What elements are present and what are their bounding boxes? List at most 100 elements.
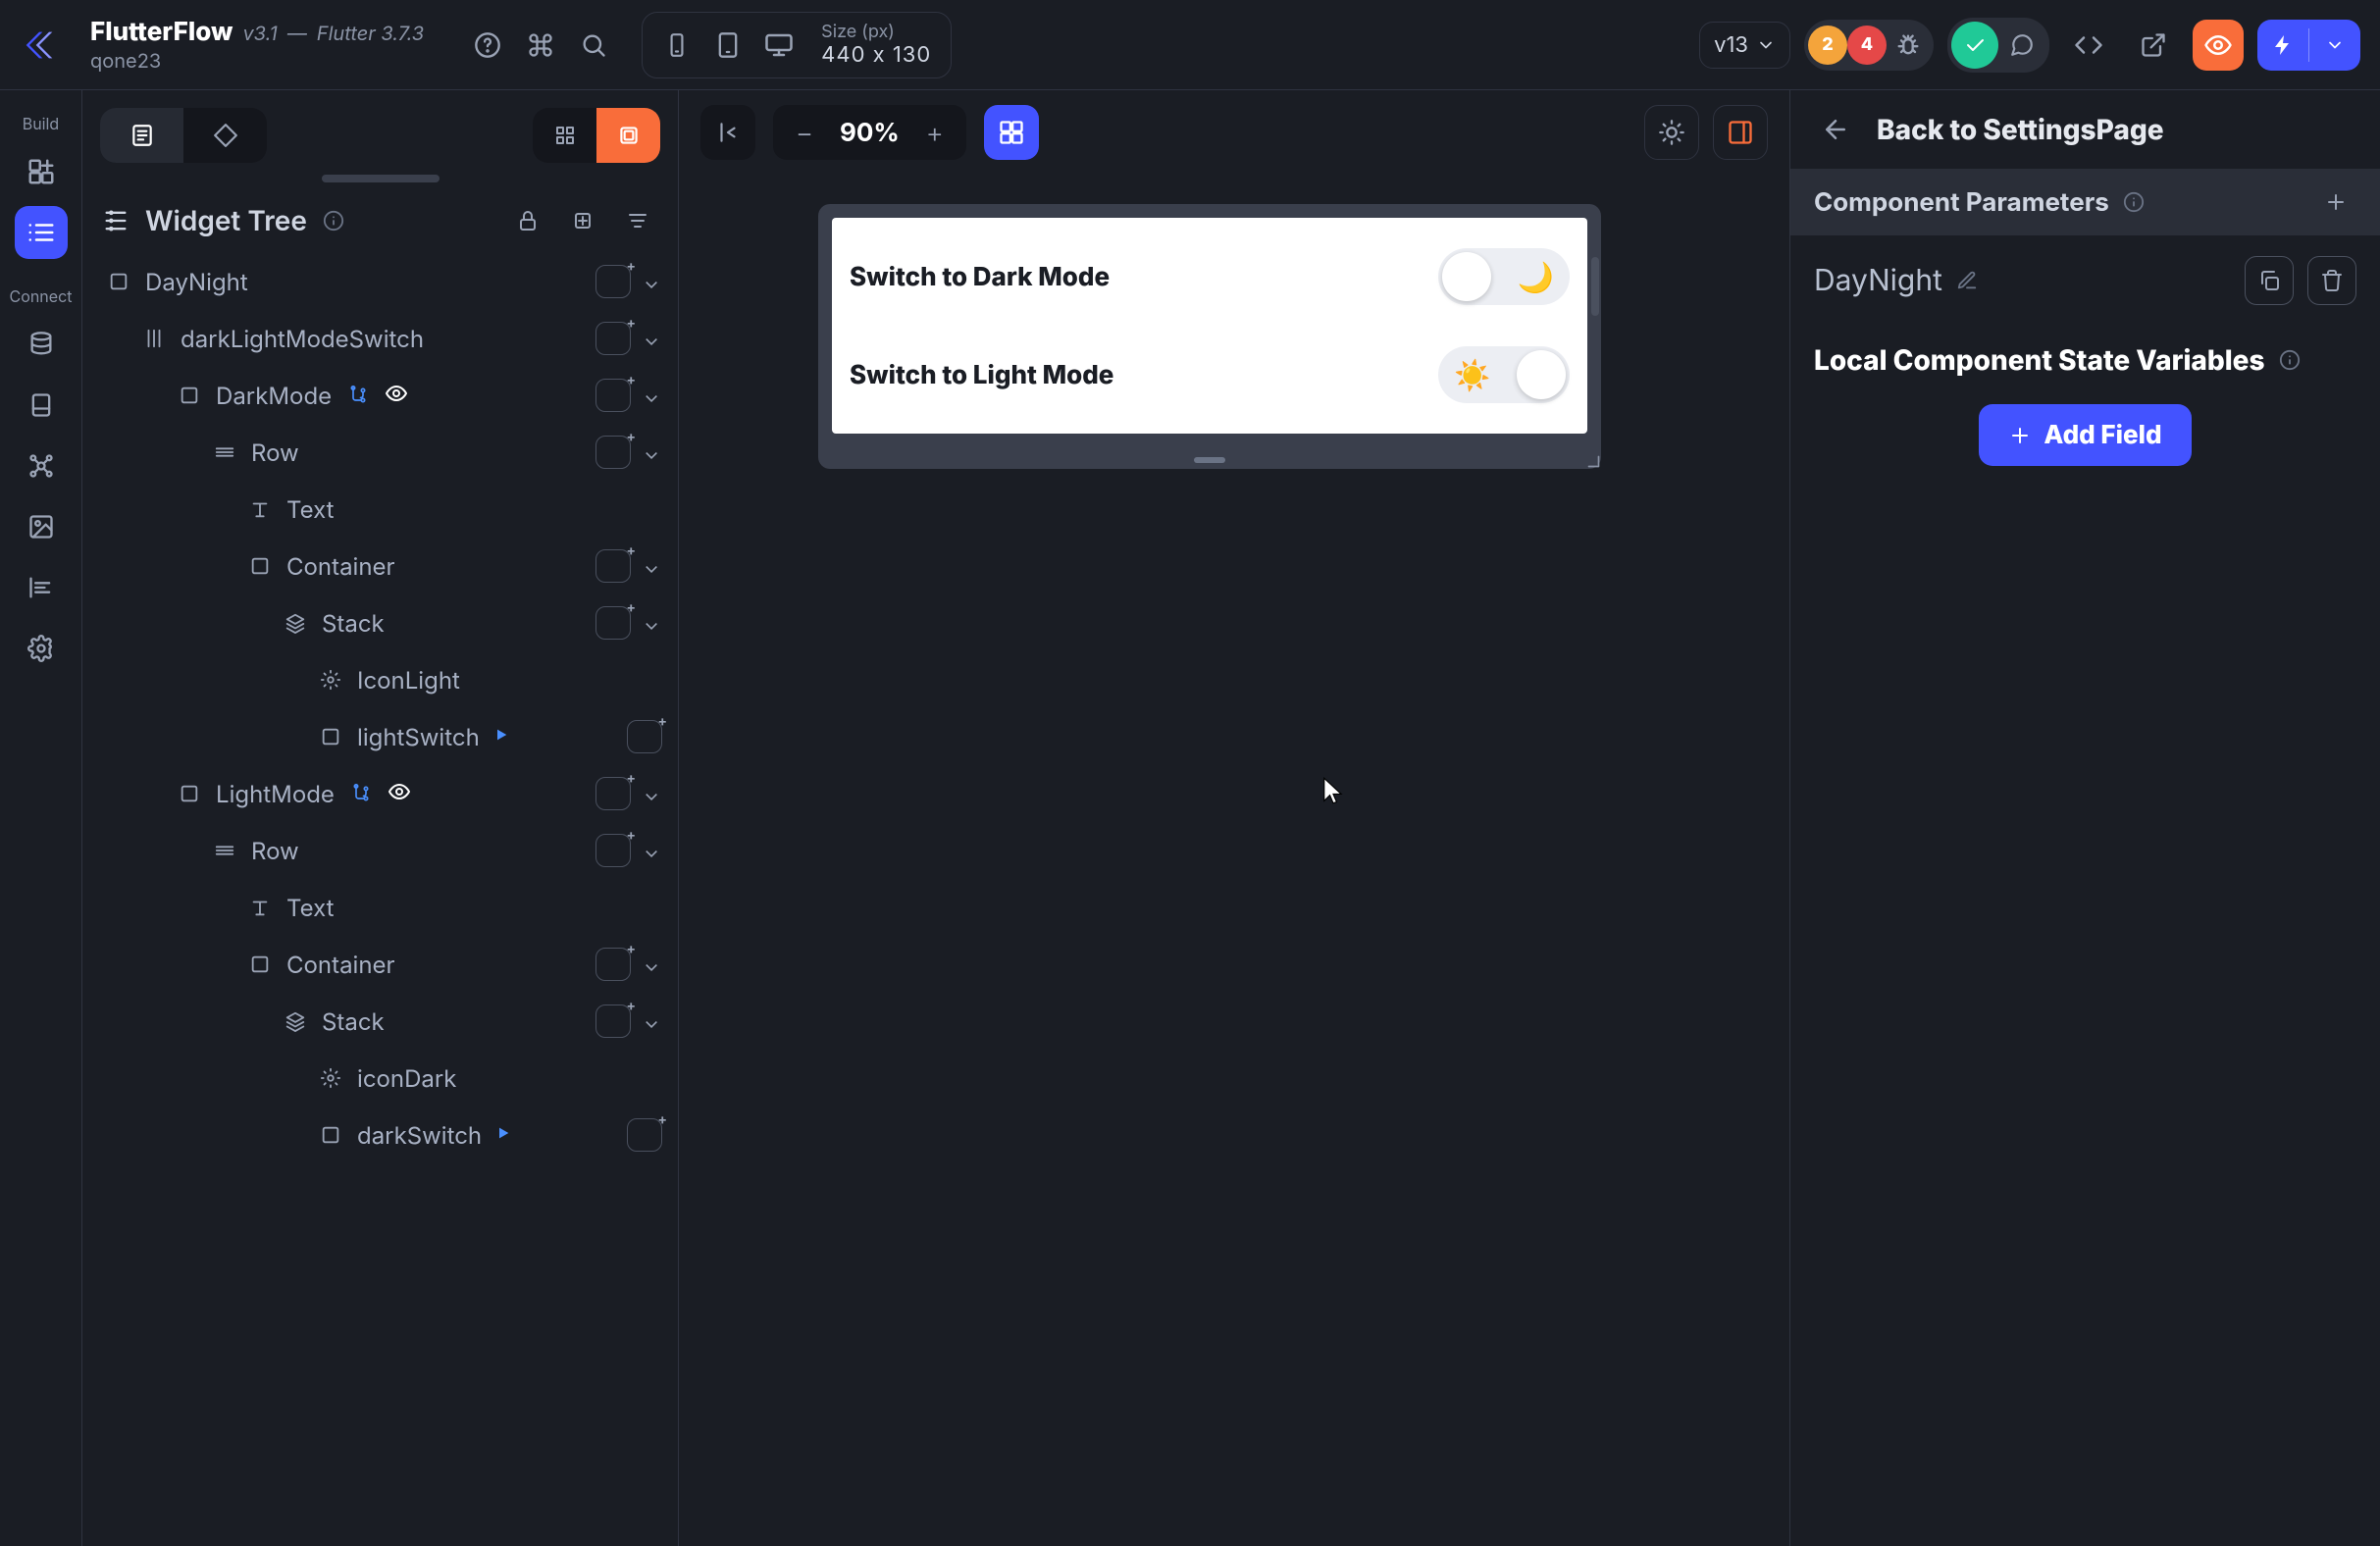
rail-api-button[interactable] (15, 439, 68, 492)
tree-node-daynight[interactable]: DayNight ⌄ (82, 253, 678, 310)
add-child-button[interactable] (595, 549, 631, 583)
view-mode-layers[interactable] (596, 108, 660, 163)
code-view-button[interactable] (2063, 20, 2114, 71)
tree-node-text[interactable]: Text (82, 481, 678, 538)
issues-badge-group[interactable]: 2 4 (1804, 20, 1934, 71)
info-icon[interactable] (323, 210, 344, 232)
expand-toggle[interactable]: ⌄ (641, 384, 662, 407)
light-mode-toggle[interactable]: ☀️ (1438, 346, 1570, 403)
tree-node-icondark[interactable]: iconDark (82, 1050, 678, 1107)
run-dropdown-button[interactable] (2309, 20, 2360, 71)
expand-toggle[interactable]: ⌄ (641, 953, 662, 976)
add-child-button[interactable] (595, 606, 631, 640)
scroll-indicator[interactable] (1591, 257, 1599, 316)
dark-mode-toggle[interactable]: 🌙 (1438, 248, 1570, 305)
comments-button[interactable] (1998, 22, 2045, 69)
add-child-button[interactable] (627, 720, 662, 753)
tree-node-row-2[interactable]: Row ⌄ (82, 822, 678, 879)
chat-icon (2009, 32, 2035, 58)
tree-node-darkmode[interactable]: DarkMode ⌄ (82, 367, 678, 424)
panel-drag-handle[interactable] (322, 175, 440, 182)
tree-node-container-2[interactable]: Container ⌄ (82, 936, 678, 993)
zoom-out-button[interactable]: − (783, 111, 826, 154)
add-parameter-button[interactable] (2315, 181, 2356, 223)
expand-toggle[interactable]: ⌄ (641, 839, 662, 862)
page-layer-segment (100, 108, 267, 163)
expand-toggle[interactable]: ⌄ (641, 554, 662, 578)
zoom-control: − 90% + (773, 105, 966, 160)
tree-node-darkswitch[interactable]: darkSwitch (82, 1107, 678, 1163)
tree-node-text-2[interactable]: Text (82, 879, 678, 936)
expand-all-button[interactable] (562, 200, 603, 241)
segment-pages[interactable] (100, 108, 183, 163)
status-ok-button[interactable] (1951, 22, 1998, 69)
rail-firestore-button[interactable] (15, 318, 68, 371)
responsive-view-button[interactable] (1713, 105, 1768, 160)
command-palette-button[interactable] (516, 21, 565, 70)
rail-settings-button[interactable] (15, 622, 68, 675)
rail-add-widget-button[interactable] (15, 145, 68, 198)
rail-widget-tree-button[interactable] (15, 206, 68, 259)
pencil-icon[interactable] (1956, 270, 1978, 291)
segment-components[interactable] (183, 108, 267, 163)
add-child-button[interactable] (595, 834, 631, 867)
expand-toggle[interactable]: ⌄ (641, 327, 662, 350)
multi-select-button[interactable] (984, 105, 1039, 160)
app-logo[interactable] (12, 18, 67, 73)
tree-node-stack[interactable]: Stack ⌄ (82, 594, 678, 651)
rail-custom-code-button[interactable] (15, 561, 68, 614)
tree-node-darklightmodeswitch[interactable]: darkLightModeSwitch ⌄ (82, 310, 678, 367)
back-label[interactable]: Back to SettingsPage (1877, 113, 2164, 146)
app-version: v3.1 (242, 22, 277, 45)
expand-toggle[interactable]: ⌄ (641, 270, 662, 293)
info-icon[interactable] (2123, 191, 2145, 213)
add-child-button[interactable] (595, 777, 631, 810)
visibility-icon[interactable] (388, 780, 413, 807)
expand-toggle[interactable]: ⌄ (641, 782, 662, 805)
theme-toggle-button[interactable] (1644, 105, 1699, 160)
preview-button[interactable] (2193, 20, 2244, 71)
project-version-selector[interactable]: v13 (1699, 22, 1790, 69)
device-mobile-button[interactable] (654, 23, 699, 68)
open-external-button[interactable] (2128, 20, 2179, 71)
tree-node-container[interactable]: Container ⌄ (82, 538, 678, 594)
rail-media-button[interactable] (15, 500, 68, 553)
add-child-button[interactable] (595, 379, 631, 412)
run-button[interactable] (2257, 20, 2308, 71)
tree-node-stack-2[interactable]: Stack ⌄ (82, 993, 678, 1050)
duplicate-component-button[interactable] (2245, 256, 2294, 305)
animation-icon[interactable] (495, 1125, 517, 1145)
delete-component-button[interactable] (2307, 256, 2356, 305)
device-tablet-button[interactable] (705, 23, 750, 68)
resize-handle[interactable] (1581, 449, 1603, 471)
add-child-button[interactable] (595, 265, 631, 298)
visibility-icon[interactable] (385, 382, 410, 409)
lock-button[interactable] (507, 200, 548, 241)
rail-datatypes-button[interactable] (15, 379, 68, 432)
help-button[interactable] (463, 21, 512, 70)
back-button[interactable] (1814, 108, 1857, 151)
add-child-button[interactable] (595, 1005, 631, 1038)
tree-node-row[interactable]: Row ⌄ (82, 424, 678, 481)
expand-toggle[interactable]: ⌄ (641, 1009, 662, 1033)
device-desktop-button[interactable] (756, 23, 802, 68)
canvas-body[interactable]: Switch to Dark Mode 🌙 Switch to Light Mo… (679, 175, 1789, 1546)
add-child-button[interactable] (627, 1118, 662, 1152)
animation-icon[interactable] (493, 727, 515, 747)
search-button[interactable] (569, 21, 618, 70)
tree-node-lightmode[interactable]: LightMode ⌄ (82, 765, 678, 822)
info-icon[interactable] (2279, 349, 2301, 371)
add-child-button[interactable] (595, 436, 631, 469)
expand-toggle[interactable]: ⌄ (641, 440, 662, 464)
add-child-button[interactable] (595, 322, 631, 355)
sort-button[interactable] (617, 200, 658, 241)
expand-toggle[interactable]: ⌄ (641, 611, 662, 635)
collapse-panel-button[interactable] (700, 105, 755, 160)
tree-node-iconlight[interactable]: IconLight (82, 651, 678, 708)
zoom-in-button[interactable]: + (913, 111, 957, 154)
add-child-button[interactable] (595, 948, 631, 981)
device-frame[interactable]: Switch to Dark Mode 🌙 Switch to Light Mo… (818, 204, 1601, 469)
add-field-button[interactable]: Add Field (1979, 404, 2191, 466)
view-mode-grid[interactable] (533, 108, 596, 163)
tree-node-lightswitch[interactable]: lightSwitch (82, 708, 678, 765)
